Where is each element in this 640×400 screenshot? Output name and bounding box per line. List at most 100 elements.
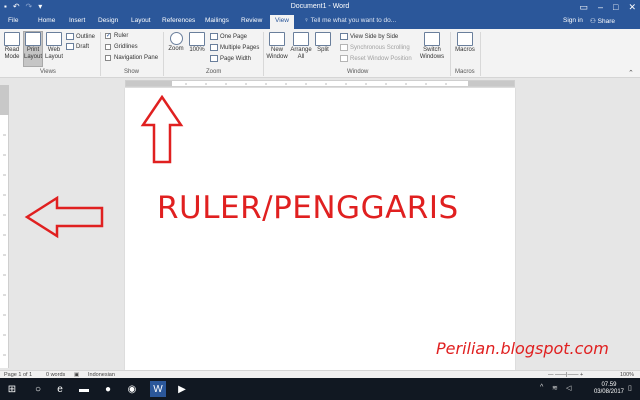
multiple-pages-button[interactable]: Multiple Pages [210, 44, 259, 51]
tab-layout[interactable]: Layout [131, 17, 151, 24]
new-window-label: New Window [266, 47, 288, 60]
page-width-button[interactable]: Page Width [210, 55, 251, 62]
zoom-group-label: Zoom [206, 69, 222, 75]
multiple-pages-label: Multiple Pages [220, 44, 260, 51]
maximize-icon[interactable]: □ [613, 1, 618, 13]
draft-button[interactable]: Draft [66, 43, 89, 50]
tab-home[interactable]: Home [38, 17, 55, 24]
close-icon[interactable]: ✕ [628, 1, 636, 13]
read-mode-button[interactable]: Read Mode [3, 32, 21, 61]
reset-window-position-button[interactable]: Reset Window Position [340, 55, 412, 62]
tell-me-box[interactable]: ♀ Tell me what you want to do... [304, 17, 396, 24]
reset-window-icon [340, 55, 348, 62]
left-arrow-annotation-icon [24, 195, 104, 239]
split-button[interactable]: Split [314, 32, 332, 54]
ruler-checkbox[interactable]: ✓ Ruler [105, 33, 128, 39]
network-icon[interactable]: ≋ [552, 384, 558, 392]
macros-label: Macros [455, 47, 475, 53]
tell-me-text: Tell me what you want to do... [310, 17, 397, 24]
vertical-ruler[interactable] [0, 85, 9, 368]
sign-in-link[interactable]: Sign in [563, 17, 583, 24]
zoom-button[interactable]: Zoom [166, 32, 186, 53]
up-arrow-annotation-icon [140, 95, 184, 164]
ribbon-options-icon[interactable]: ▭ [579, 1, 588, 13]
navigation-pane-label: Navigation Pane [114, 55, 159, 61]
tab-file[interactable]: File [8, 17, 18, 24]
arrange-all-icon [293, 32, 309, 46]
views-group-label: Views [40, 69, 56, 75]
new-window-button[interactable]: New Window [266, 32, 288, 61]
annotation-text: RULER/PENGGARIS [157, 190, 459, 226]
magnifier-icon [169, 32, 183, 45]
gridlines-checkbox[interactable]: Gridlines [105, 44, 138, 50]
web-layout-button[interactable]: Web Layout [45, 32, 63, 61]
zoom-100-label: 100% [189, 47, 205, 53]
one-page-label: One Page [220, 33, 248, 40]
tray-overflow-icon[interactable]: ^ [540, 384, 543, 391]
tab-insert[interactable]: Insert [69, 17, 85, 24]
multiple-pages-icon [210, 44, 218, 51]
search-circle-icon[interactable]: ○ [30, 381, 46, 397]
show-group-label: Show [124, 69, 140, 75]
taskbar: ⊞ ○ e ▬ ● ◉ W ▶ ^ ≋ ◁ 07.59 03/08/2017 ▯ [0, 378, 640, 400]
print-layout-button[interactable]: Print Layout [23, 31, 43, 67]
vertical-ruler-ticks [3, 134, 6, 356]
window-title: Document1 - Word [290, 3, 350, 10]
clock-date: 03/08/2017 [593, 389, 624, 395]
split-label: Split [317, 47, 329, 53]
word-taskbar-icon[interactable]: W [150, 381, 166, 397]
clock-time: 07.59 [601, 382, 617, 388]
media-player-icon[interactable]: ▶ [174, 381, 190, 397]
status-bar: Page 1 of 1 0 words ▣ Indonesian — ——|——… [0, 370, 640, 378]
firefox-icon[interactable]: ● [100, 381, 116, 397]
share-button[interactable]: ⚇ Share [590, 17, 615, 25]
zoom-100-button[interactable]: 100% [187, 32, 207, 54]
outline-icon [66, 33, 74, 40]
view-side-by-side-button[interactable]: View Side by Side [340, 33, 398, 40]
chrome-icon[interactable]: ◉ [124, 381, 140, 397]
ruler-label: Ruler [114, 33, 129, 39]
tab-view[interactable]: View [270, 15, 294, 29]
arrange-all-label: Arrange All [290, 47, 312, 60]
group-separator [263, 32, 264, 76]
navigation-pane-checkbox[interactable]: Navigation Pane [105, 55, 158, 61]
notifications-icon[interactable]: ▯ [628, 384, 632, 392]
window-controls: ▭ – □ ✕ [579, 1, 636, 13]
synchronous-scrolling-label: Synchronous Scrolling [350, 44, 410, 51]
horizontal-ruler[interactable] [125, 80, 515, 87]
view-side-by-side-label: View Side by Side [350, 33, 399, 40]
synchronous-scrolling-button[interactable]: Synchronous Scrolling [340, 44, 410, 51]
collapse-ribbon-icon[interactable]: ⌃ [628, 69, 634, 77]
watermark-text: Perilian.blogspot.com [436, 339, 609, 358]
volume-icon[interactable]: ◁ [566, 384, 571, 392]
read-mode-icon [4, 32, 20, 46]
gridlines-label: Gridlines [114, 44, 138, 50]
minimize-icon[interactable]: – [598, 1, 603, 13]
tab-review[interactable]: Review [241, 17, 262, 24]
switch-windows-button[interactable]: Switch Windows [418, 32, 446, 61]
switch-windows-label: Switch Windows [419, 47, 445, 60]
ruler-ticks [185, 83, 447, 85]
macros-group-label: Macros [455, 69, 475, 75]
tab-design[interactable]: Design [98, 17, 118, 24]
new-window-icon [269, 32, 285, 46]
navigation-pane-box [105, 55, 111, 61]
sync-scroll-icon [340, 44, 348, 51]
check-icon: ✓ [105, 33, 112, 39]
split-icon [315, 32, 331, 46]
lightbulb-icon: ♀ [304, 17, 311, 24]
edge-browser-icon[interactable]: e [52, 381, 68, 397]
side-by-side-icon [340, 33, 348, 40]
outline-button[interactable]: Outline [66, 33, 95, 40]
ribbon-tabs: File Home Insert Design Layout Reference… [0, 14, 640, 29]
taskbar-clock[interactable]: 07.59 03/08/2017 [594, 382, 624, 396]
one-page-button[interactable]: One Page [210, 33, 247, 40]
read-mode-label: Read Mode [4, 47, 20, 60]
tab-references[interactable]: References [162, 17, 195, 24]
arrange-all-button[interactable]: Arrange All [290, 32, 312, 61]
file-explorer-icon[interactable]: ▬ [76, 381, 92, 397]
macros-button[interactable]: Macros [454, 32, 476, 54]
start-windows-icon[interactable]: ⊞ [4, 381, 20, 397]
group-separator [100, 32, 101, 76]
tab-mailings[interactable]: Mailings [205, 17, 229, 24]
